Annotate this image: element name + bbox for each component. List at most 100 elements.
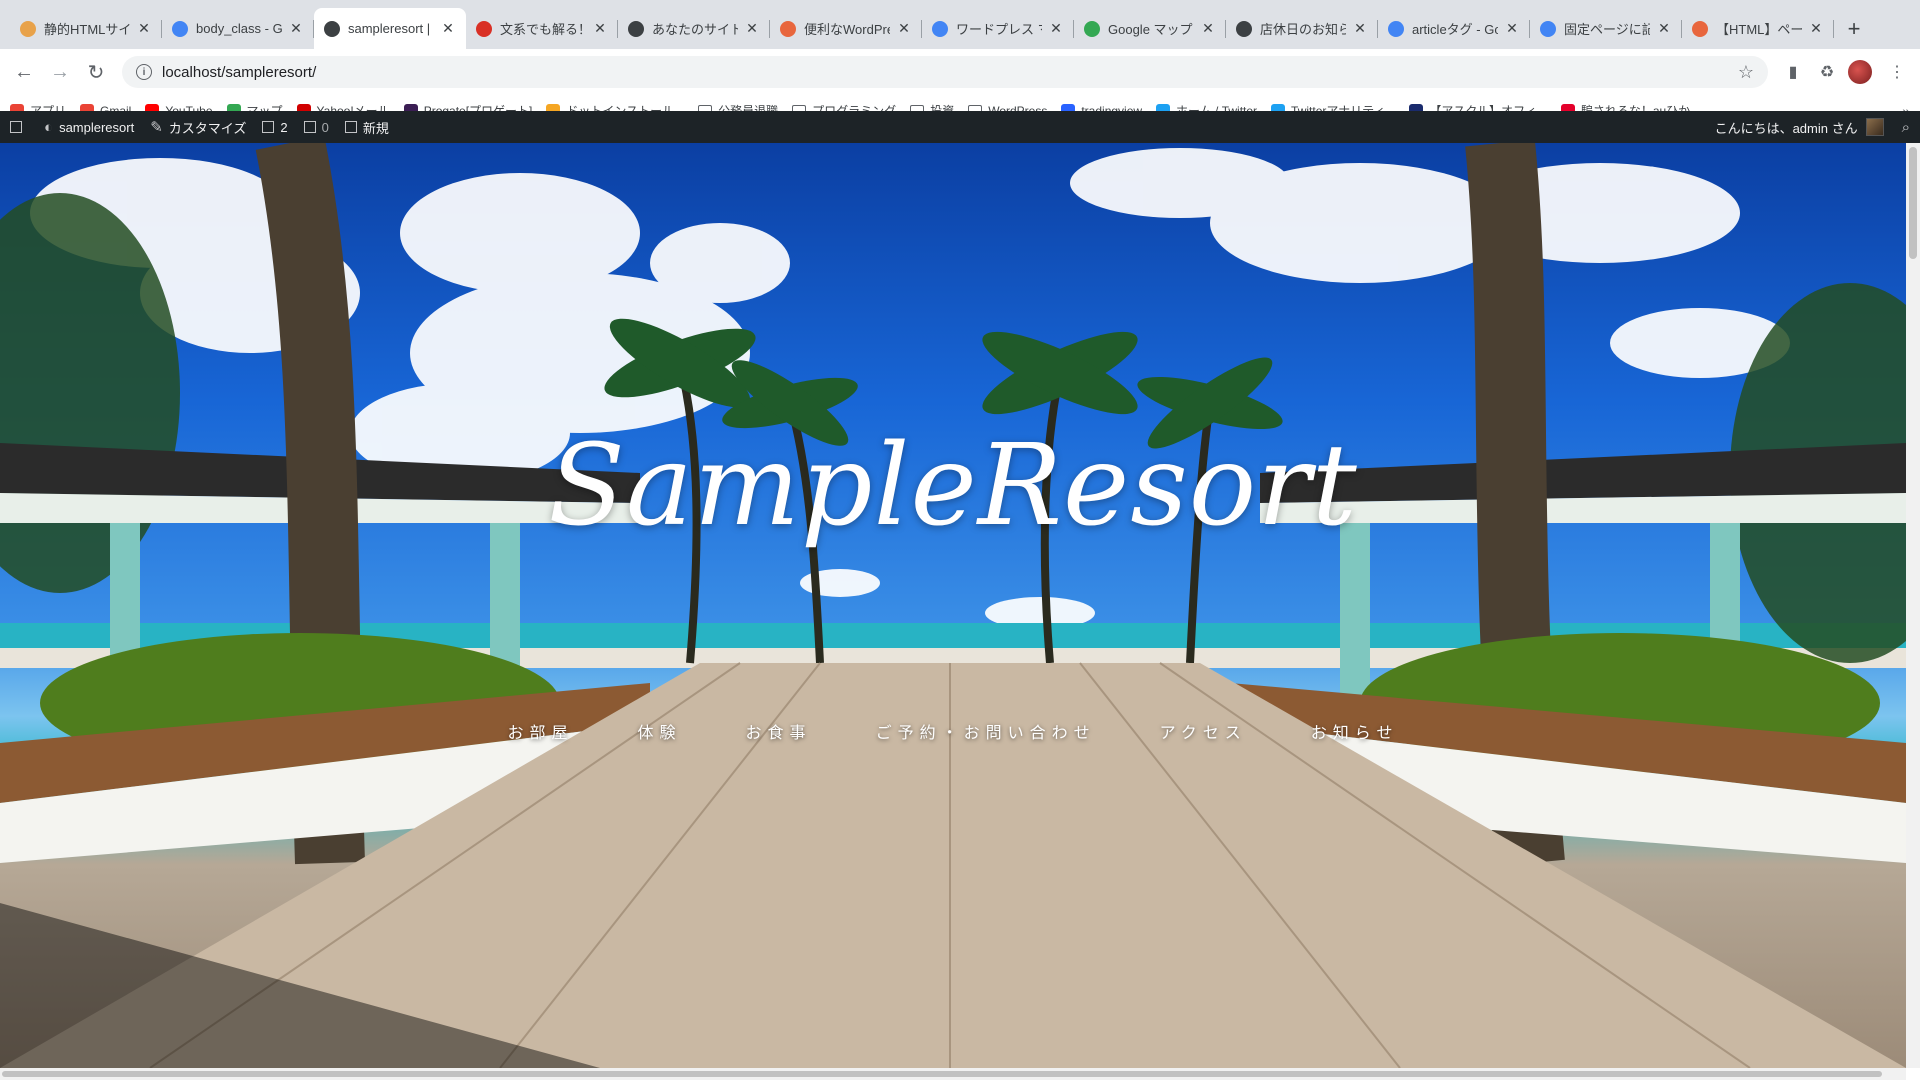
horizontal-scrollbar-thumb[interactable] <box>2 1071 1882 1077</box>
wp-logo-icon <box>10 121 22 133</box>
google-icon <box>1540 20 1556 37</box>
nav-link[interactable]: お知らせ <box>1279 719 1431 743</box>
bookmark-star-icon[interactable]: ☆ <box>1738 62 1754 83</box>
close-tab-icon[interactable]: ✕ <box>896 20 912 37</box>
browser-tab[interactable]: Google マップ ✕ <box>1074 8 1226 49</box>
nav-link[interactable]: ご予約・お問い合わせ <box>844 719 1128 743</box>
browser-tab[interactable]: 固定ページに記事 ✕ <box>1530 8 1682 49</box>
url-text[interactable]: localhost/sampleresort/ <box>162 64 1738 81</box>
close-tab-icon[interactable]: ✕ <box>440 20 456 37</box>
hero-image: SampleResort お部屋 体験 お食事 ご予約・お問い合わせ アクセス お知らせ <box>0 143 1906 1068</box>
recycle-extension-icon[interactable]: ♻ <box>1812 57 1842 87</box>
close-tab-icon[interactable]: ✕ <box>1200 20 1216 37</box>
forward-button[interactable]: → <box>44 56 76 88</box>
forward-arrow-icon: → <box>50 60 70 83</box>
admin-updates[interactable]: 2 <box>262 119 288 135</box>
admin-site-name[interactable]: ◐ sampleresort <box>44 119 134 136</box>
admin-site-name-label: sampleresort <box>59 119 135 135</box>
admin-new[interactable]: 新規 <box>344 118 389 137</box>
tab-title: 固定ページに記事 <box>1564 22 1650 37</box>
browser-tab[interactable]: sampleresort | ✕ <box>314 8 466 49</box>
back-button[interactable]: ← <box>8 56 40 88</box>
wordpress-icon <box>1236 20 1252 37</box>
globe-icon <box>628 20 644 37</box>
browser-tab[interactable]: 静的HTMLサイト ✕ <box>10 8 162 49</box>
vertical-scrollbar[interactable] <box>1906 143 1920 1068</box>
tab-title: あなたのサイトを <box>652 22 738 37</box>
tab-title: ワードプレス マ <box>956 22 1042 37</box>
profile-avatar[interactable] <box>1848 60 1872 84</box>
square-logo-icon <box>780 20 796 37</box>
browser-tab[interactable]: body_class - Go ✕ <box>162 8 314 49</box>
browser-tab[interactable]: 文系でも解る！W ✕ <box>466 8 618 49</box>
dashboard-gauge-icon: ◐ <box>44 118 54 136</box>
browser-tab[interactable]: articleタグ - Go ✕ <box>1378 8 1530 49</box>
search-icon[interactable]: ⌕ <box>1902 119 1910 136</box>
close-tab-icon[interactable]: ✕ <box>744 20 760 37</box>
admin-avatar[interactable] <box>1865 118 1884 136</box>
browser-toolbar: ← → ↻ i localhost/sampleresort/ ☆ ▮ ♻ ⋮ <box>0 49 1920 95</box>
maps-pin-icon <box>1084 20 1100 37</box>
google-icon <box>1388 20 1404 37</box>
nav-link[interactable]: 体験 <box>606 719 714 743</box>
wp-menu-toggle[interactable] <box>10 121 28 133</box>
address-bar[interactable]: i localhost/sampleresort/ ☆ <box>122 56 1768 88</box>
tab-title: articleタグ - Go <box>1412 22 1498 37</box>
square-logo-icon <box>1692 20 1708 37</box>
admin-greeting[interactable]: こんにちは、admin さん <box>1715 118 1858 137</box>
reload-icon: ↻ <box>87 61 105 84</box>
nav-link[interactable]: お部屋 <box>476 719 606 743</box>
close-tab-icon[interactable]: ✕ <box>592 20 608 37</box>
browser-tab[interactable]: ワードプレス マ ✕ <box>922 8 1074 49</box>
close-tab-icon[interactable]: ✕ <box>1808 20 1824 37</box>
comments-icon <box>303 121 316 133</box>
tab-title: 便利なWordPress <box>804 22 890 37</box>
tab-title: 静的HTMLサイト <box>44 22 130 37</box>
close-tab-icon[interactable]: ✕ <box>1048 20 1064 37</box>
brush-icon: ✎ <box>150 119 163 136</box>
admin-comments-count: 0 <box>321 119 329 135</box>
close-tab-icon[interactable]: ✕ <box>1352 20 1368 37</box>
google-icon <box>932 20 948 37</box>
admin-customize[interactable]: ✎ カスタマイズ <box>150 118 246 137</box>
wordpress-icon <box>324 20 340 37</box>
close-tab-icon[interactable]: ✕ <box>136 20 152 37</box>
browser-tab[interactable]: 【HTML】ページ ✕ <box>1682 8 1834 49</box>
tab-title: 店休日のお知らせ <box>1260 22 1346 37</box>
plus-icon <box>344 121 357 133</box>
tab-strip: 静的HTMLサイト✕body_class - Go✕sampleresort |… <box>0 0 1920 49</box>
admin-customize-label: カスタマイズ <box>168 120 247 136</box>
close-tab-icon[interactable]: ✕ <box>1504 20 1520 37</box>
browser-tab[interactable]: あなたのサイトを ✕ <box>618 8 770 49</box>
bookmark-icon <box>476 20 492 37</box>
tab-title: 【HTML】ページ <box>1716 22 1802 37</box>
admin-comments[interactable]: 0 <box>303 119 329 135</box>
close-tab-icon[interactable]: ✕ <box>1656 20 1672 37</box>
wp-admin-bar: ◐ sampleresort ✎ カスタマイズ 2 0 新規 こんにちは、admin… <box>0 111 1920 143</box>
global-navigation: お部屋 体験 お食事 ご予約・お問い合わせ アクセス お知らせ <box>0 719 1906 743</box>
admin-updates-count: 2 <box>280 119 288 135</box>
menu-kebab-icon[interactable]: ⋮ <box>1882 57 1912 87</box>
admin-new-label: 新規 <box>362 120 389 136</box>
horizontal-scrollbar[interactable] <box>0 1068 1906 1080</box>
google-icon <box>172 20 188 37</box>
browser-tab[interactable]: 便利なWordPress ✕ <box>770 8 922 49</box>
extension-icon[interactable]: ▮ <box>1778 57 1808 87</box>
tab-title: 文系でも解る！W <box>500 22 586 37</box>
site-logo[interactable]: SampleResort <box>0 421 1906 551</box>
nav-link[interactable]: アクセス <box>1128 719 1279 743</box>
tab-title: body_class - Go <box>196 21 282 36</box>
tab-title: sampleresort | <box>348 21 431 36</box>
tab-title: Google マップ <box>1108 22 1193 37</box>
claw-icon <box>20 20 36 37</box>
back-arrow-icon: ← <box>14 60 34 83</box>
vertical-scrollbar-thumb[interactable] <box>1909 147 1917 259</box>
nav-link[interactable]: お食事 <box>714 719 844 743</box>
new-tab-button[interactable]: + <box>1834 8 1874 49</box>
updates-icon <box>262 121 275 133</box>
reload-button[interactable]: ↻ <box>80 56 112 88</box>
resort-scene-illustration <box>0 143 1906 1068</box>
browser-tab[interactable]: 店休日のお知らせ ✕ <box>1226 8 1378 49</box>
close-tab-icon[interactable]: ✕ <box>288 20 304 37</box>
site-info-icon[interactable]: i <box>136 64 152 80</box>
